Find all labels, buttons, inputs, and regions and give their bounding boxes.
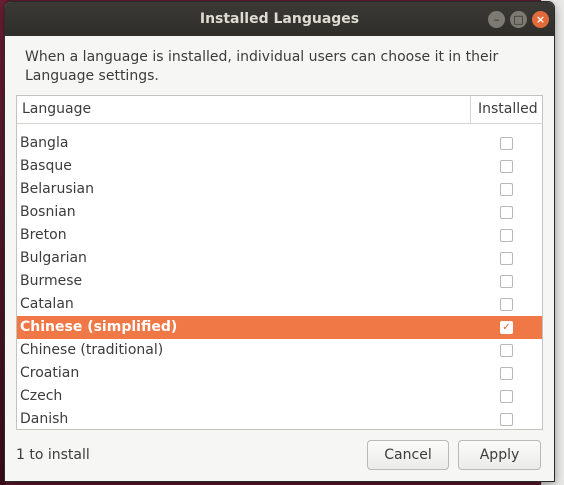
installed-checkbox[interactable]: ✓ <box>500 321 513 334</box>
languages-table[interactable]: Language Installed Bangla Basque Belarusia… <box>16 95 543 430</box>
installed-checkbox[interactable] <box>500 390 513 403</box>
installed-checkbox[interactable] <box>500 160 513 173</box>
installed-checkbox[interactable] <box>500 298 513 311</box>
installed-checkbox[interactable] <box>500 367 513 380</box>
table-row[interactable]: Danish <box>17 408 542 429</box>
table-row[interactable]: Chinese (simplified) ✓ <box>17 316 542 339</box>
status-text: 1 to install <box>16 447 90 463</box>
installed-checkbox[interactable] <box>500 344 513 357</box>
table-row[interactable]: Belarusian <box>17 178 542 201</box>
minimize-icon: – <box>493 13 500 26</box>
table-header: Language Installed <box>17 96 542 124</box>
column-divider <box>470 96 471 123</box>
language-name: Catalan <box>20 296 74 312</box>
titlebar[interactable]: Installed Languages – □ × <box>5 2 554 36</box>
table-row[interactable]: Catalan <box>17 293 542 316</box>
language-name: Bangla <box>20 135 69 151</box>
language-name: Belarusian <box>20 181 94 197</box>
language-name: Bulgarian <box>20 250 87 266</box>
close-button[interactable]: × <box>532 11 549 28</box>
column-header-language[interactable]: Language <box>22 101 91 117</box>
installed-checkbox[interactable] <box>500 275 513 288</box>
table-row[interactable]: Burmese <box>17 270 542 293</box>
installed-checkbox[interactable] <box>500 229 513 242</box>
partial-row <box>17 124 542 132</box>
installed-checkbox[interactable] <box>500 252 513 265</box>
checkmark-icon: ✓ <box>502 322 511 333</box>
table-row[interactable]: Bangla <box>17 132 542 155</box>
language-name: Basque <box>20 158 72 174</box>
language-name: Breton <box>20 227 67 243</box>
language-name: Chinese (traditional) <box>20 342 164 358</box>
table-row[interactable]: Croatian <box>17 362 542 385</box>
maximize-button[interactable]: □ <box>510 11 527 28</box>
window-title: Installed Languages <box>199 11 360 27</box>
language-name: Croatian <box>20 365 80 381</box>
language-name: Chinese (simplified) <box>20 319 178 335</box>
table-body: Bangla Basque Belarusian Bosnian Breton Bulga… <box>17 132 542 429</box>
table-row[interactable]: Breton <box>17 224 542 247</box>
language-name: Czech <box>20 388 63 404</box>
table-row[interactable]: Basque <box>17 155 542 178</box>
installed-checkbox[interactable] <box>500 413 513 426</box>
table-row[interactable]: Czech <box>17 385 542 408</box>
installed-checkbox[interactable] <box>500 183 513 196</box>
cancel-button[interactable]: Cancel <box>367 440 449 470</box>
installed-checkbox[interactable] <box>500 137 513 150</box>
close-icon: × <box>535 13 546 26</box>
language-name: Danish <box>20 411 69 427</box>
apply-button[interactable]: Apply <box>458 440 541 470</box>
language-name: Burmese <box>20 273 83 289</box>
maximize-icon: □ <box>513 13 524 26</box>
minimize-button[interactable]: – <box>488 11 505 28</box>
description-text: When a language is installed, individual… <box>25 49 499 84</box>
language-name: Bosnian <box>20 204 76 220</box>
table-row[interactable]: Chinese (traditional) <box>17 339 542 362</box>
installed-checkbox[interactable] <box>500 206 513 219</box>
column-header-installed[interactable]: Installed <box>478 101 538 117</box>
table-row[interactable]: Bulgarian <box>17 247 542 270</box>
installed-languages-dialog: Installed Languages – □ × When a languag… <box>5 2 554 481</box>
table-row[interactable]: Bosnian <box>17 201 542 224</box>
